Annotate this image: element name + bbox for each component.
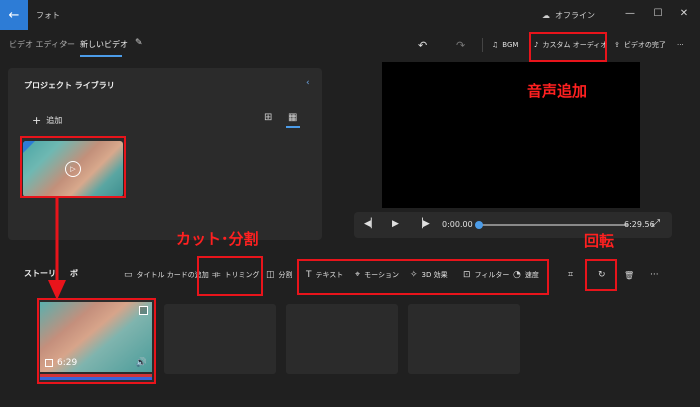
maximize-button[interactable]: ☐ bbox=[646, 4, 670, 22]
music-note-icon: ♫ bbox=[492, 41, 499, 49]
previous-frame-icon[interactable]: ◀▏ bbox=[364, 219, 378, 229]
offline-status: ☁ オフライン bbox=[542, 10, 595, 21]
play-icon[interactable]: ▶ bbox=[392, 219, 399, 229]
add-media-button[interactable]: + 追加 bbox=[32, 114, 62, 127]
more-icon: ··· bbox=[650, 270, 659, 280]
finish-video-label: ビデオの完了 bbox=[623, 41, 666, 49]
maximize-icon: ☐ bbox=[653, 7, 663, 19]
title-card-icon: ▭ bbox=[124, 270, 133, 280]
annotation-box-storyboard-clip bbox=[37, 298, 156, 384]
rename-pencil-icon[interactable]: ✎ bbox=[135, 38, 143, 48]
plus-icon: + bbox=[32, 114, 42, 127]
offline-label: オフライン bbox=[555, 11, 595, 20]
bgm-label: BGM bbox=[502, 41, 519, 49]
storyboard-title-tail: ボ bbox=[70, 269, 78, 278]
playback-controls: ◀▏ ▶ ▕▶ 0:00.00 6:29.56 ⤢ bbox=[354, 212, 672, 238]
app-title: フォト bbox=[36, 11, 60, 20]
video-preview[interactable] bbox=[382, 62, 640, 208]
annotation-box-rotate bbox=[585, 259, 617, 291]
back-button[interactable]: ← bbox=[0, 0, 28, 30]
fullscreen-icon[interactable]: ⤢ bbox=[652, 218, 660, 229]
storyboard-more-button[interactable]: ··· bbox=[650, 268, 659, 282]
large-grid-icon[interactable]: ⊞ bbox=[264, 112, 272, 123]
scrubber-handle[interactable] bbox=[475, 221, 483, 229]
redo-button[interactable]: ↷ bbox=[456, 37, 465, 53]
empty-clip-slot bbox=[408, 304, 520, 374]
next-frame-icon[interactable]: ▕▶ bbox=[416, 219, 430, 229]
minimize-button[interactable]: — bbox=[618, 4, 642, 22]
redo-icon: ↷ bbox=[456, 38, 466, 52]
crop-button[interactable]: ⌗ bbox=[568, 268, 573, 282]
annotation-arrow-down bbox=[48, 196, 66, 300]
undo-button[interactable]: ↶ bbox=[418, 37, 427, 53]
split-label: 分割 bbox=[278, 271, 293, 279]
annotation-cut-split: カット･分割 bbox=[176, 230, 259, 248]
empty-clip-slot bbox=[164, 304, 276, 374]
header-divider bbox=[482, 38, 483, 52]
more-icon: ··· bbox=[677, 41, 684, 49]
export-icon: ⇪ bbox=[614, 41, 620, 49]
delete-button[interactable]: 🗑 bbox=[624, 268, 634, 282]
close-icon: ✕ bbox=[679, 7, 689, 19]
total-time: 6:29.56 bbox=[624, 220, 655, 229]
trash-icon: 🗑 bbox=[624, 270, 635, 280]
undo-icon: ↶ bbox=[418, 38, 428, 52]
breadcrumb-current: 新しいビデオ bbox=[80, 40, 128, 49]
split-button[interactable]: ◫ 分割 bbox=[266, 268, 293, 282]
split-icon: ◫ bbox=[266, 270, 275, 280]
back-arrow-icon: ← bbox=[8, 7, 20, 23]
cloud-offline-icon: ☁ bbox=[542, 11, 550, 20]
small-grid-icon[interactable]: ▦ bbox=[288, 112, 297, 123]
library-title: プロジェクト ライブラリ bbox=[24, 81, 115, 90]
empty-clip-slot bbox=[286, 304, 398, 374]
title-bar: ← フォト ☁ オフライン — ☐ ✕ bbox=[0, 0, 700, 30]
more-options-button[interactable]: ··· bbox=[677, 37, 684, 53]
annotation-box-audio bbox=[529, 32, 607, 62]
annotation-box-effects bbox=[297, 259, 549, 295]
annotation-box-library-clip bbox=[20, 136, 126, 198]
finish-video-button[interactable]: ⇪ ビデオの完了 bbox=[614, 37, 666, 53]
annotation-box-trim bbox=[197, 256, 263, 296]
annotation-audio-add: 音声追加 bbox=[527, 82, 588, 100]
breadcrumb-underline bbox=[80, 55, 122, 57]
minimize-icon: — bbox=[625, 7, 635, 19]
view-selected-indicator bbox=[286, 126, 300, 128]
scrubber-track[interactable] bbox=[478, 224, 628, 226]
close-button[interactable]: ✕ bbox=[672, 4, 696, 22]
current-time: 0:00.00 bbox=[442, 220, 473, 229]
breadcrumb-separator-icon: › bbox=[64, 38, 68, 48]
bgm-button[interactable]: ♫ BGM bbox=[492, 37, 518, 53]
collapse-chevron-icon[interactable]: ‹ bbox=[306, 78, 310, 88]
crop-icon: ⌗ bbox=[568, 270, 574, 280]
annotation-rotate: 回転 bbox=[584, 232, 615, 250]
add-label: 追加 bbox=[46, 116, 63, 125]
